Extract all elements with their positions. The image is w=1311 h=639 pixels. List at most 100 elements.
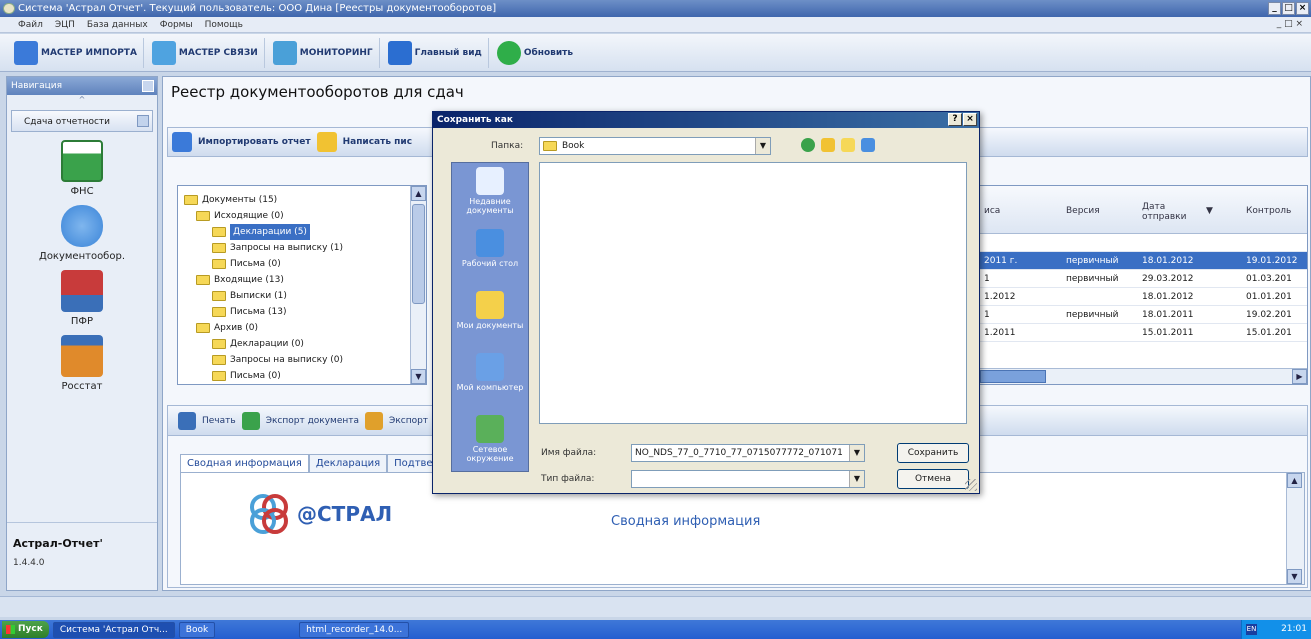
import-wizard-button[interactable]: МАСТЕР ИМПОРТА <box>8 37 144 68</box>
scroll-down-icon[interactable]: ▼ <box>1287 569 1302 584</box>
save-button[interactable]: Сохранить <box>897 443 969 463</box>
monitoring-button[interactable]: МОНИТОРИНГ <box>267 37 380 68</box>
table-row[interactable]: 1 первичный 29.03.2012 01.03.201 <box>980 270 1307 288</box>
tree-item[interactable]: Письма (0) <box>212 368 281 384</box>
summary-link[interactable]: Сводная информация <box>611 514 760 529</box>
dialog-close-button[interactable]: × <box>963 113 977 126</box>
filename-input[interactable]: NO_NDS_77_0_7710_77_0715077772_071071 ▼ <box>631 444 865 462</box>
app-name: Астрал-Отчет' <box>13 537 103 550</box>
scroll-right-icon[interactable]: ▶ <box>1292 369 1307 384</box>
scroll-up-icon[interactable]: ^ <box>7 95 157 104</box>
tree-item[interactable]: Исходящие (0) <box>196 208 284 224</box>
chevron-down-icon[interactable]: ▼ <box>755 138 770 154</box>
taskbar-item-app[interactable]: Система 'Астрал Отч... <box>52 621 175 638</box>
import-report-button[interactable]: Импортировать отчет <box>198 137 311 147</box>
scroll-thumb[interactable] <box>980 370 1046 383</box>
dialog-titlebar[interactable]: Сохранить как ? × <box>433 112 979 128</box>
table-cell: 18.01.2011 <box>1142 310 1194 320</box>
start-button[interactable]: Пуск <box>2 621 49 638</box>
language-indicator[interactable]: EN <box>1246 624 1257 635</box>
place-my-computer[interactable]: Мой компьютер <box>452 349 528 411</box>
chevron-icon[interactable] <box>137 115 149 127</box>
minimize-button[interactable]: _ <box>1268 2 1281 15</box>
file-list[interactable] <box>539 162 967 424</box>
main-view-button[interactable]: Главный вид <box>382 37 489 68</box>
tab-declaration[interactable]: Декларация <box>308 454 388 472</box>
table-row[interactable]: 1 первичный 18.01.2011 19.02.201 <box>980 306 1307 324</box>
sidebar-item-fns[interactable]: ФНС <box>7 140 157 197</box>
details-tabs: Сводная информация Декларация Подтве <box>180 454 440 472</box>
place-recent[interactable]: Недавние документы <box>452 163 528 225</box>
new-folder-icon[interactable] <box>841 138 855 152</box>
menu-database[interactable]: База данных <box>87 20 148 30</box>
close-button[interactable]: × <box>1296 2 1309 15</box>
scroll-up-icon[interactable]: ▲ <box>1287 473 1302 488</box>
taskbar-item-recorder[interactable]: html_recorder_14.0... <box>299 621 410 638</box>
tab-summary[interactable]: Сводная информация <box>180 454 309 472</box>
table-row[interactable]: 1.2012 18.01.2012 01.01.201 <box>980 288 1307 306</box>
refresh-button[interactable]: Обновить <box>491 38 579 68</box>
tree-scrollbar[interactable]: ▲ ▼ <box>410 186 426 384</box>
menu-help[interactable]: Помощь <box>205 20 243 30</box>
tree-item[interactable]: Выписки (1) <box>212 288 287 304</box>
menu-forms[interactable]: Формы <box>160 20 193 30</box>
maximize-button[interactable]: □ <box>1282 2 1295 15</box>
tree-item[interactable]: Входящие (13) <box>196 272 284 288</box>
tree-item[interactable]: Запросы на выписку (0) <box>212 352 343 368</box>
write-letter-icon <box>316 132 337 152</box>
menu-file[interactable]: Файл <box>18 20 43 30</box>
tree-item[interactable]: Архив (0) <box>196 320 258 336</box>
help-button[interactable]: ? <box>948 113 962 126</box>
summary-scrollbar[interactable]: ▲ ▼ <box>1286 473 1304 584</box>
table-hscrollbar[interactable]: ▶ <box>980 368 1307 384</box>
scroll-thumb[interactable] <box>412 204 425 304</box>
sidebar-item-docflow[interactable]: Документообор. <box>7 205 157 262</box>
place-my-documents[interactable]: Мои документы <box>452 287 528 349</box>
place-desktop[interactable]: Рабочий стол <box>452 225 528 287</box>
back-icon[interactable] <box>801 138 815 152</box>
connection-wizard-button[interactable]: МАСТЕР СВЯЗИ <box>146 37 265 68</box>
table-row[interactable] <box>980 234 1307 252</box>
column-header[interactable]: Дата отправки <box>1142 202 1194 222</box>
filetype-select[interactable]: ▼ <box>631 470 865 488</box>
print-button[interactable]: Печать <box>202 416 236 426</box>
table-cell: 1 <box>984 310 990 320</box>
tree-item[interactable]: Письма (13) <box>212 304 287 320</box>
tree-item[interactable]: Декларации (0) <box>212 336 304 352</box>
sidebar-collapse-button[interactable] <box>142 80 154 92</box>
export-button[interactable]: Экспорт <box>389 416 428 426</box>
tree-item[interactable]: Запросы на выписку (1) <box>212 240 343 256</box>
column-header[interactable]: Версия <box>1066 206 1100 216</box>
chevron-down-icon[interactable]: ▼ <box>849 471 864 487</box>
chevron-down-icon[interactable]: ▼ <box>849 445 864 461</box>
cancel-button[interactable]: Отмена <box>897 469 969 489</box>
tree-item[interactable]: Документы (15) <box>184 192 277 208</box>
scroll-down-icon[interactable]: ▼ <box>411 369 426 384</box>
taskbar-item-book[interactable]: Book <box>178 621 216 638</box>
export-document-button[interactable]: Экспорт документа <box>266 416 359 426</box>
column-header[interactable]: иса <box>984 206 1000 216</box>
write-letter-button[interactable]: Написать пис <box>343 137 412 147</box>
sidebar-item-pfr[interactable]: ПФР <box>7 270 157 327</box>
place-network[interactable]: Сетевое окружение <box>452 411 528 473</box>
table-row-selected[interactable]: 2011 г. первичный 18.01.2012 19.01.2012 <box>980 252 1307 270</box>
scroll-up-icon[interactable]: ▲ <box>411 186 426 201</box>
folder-icon <box>184 195 198 205</box>
folder-icon <box>212 339 226 349</box>
menu-signature[interactable]: ЭЦП <box>55 20 75 30</box>
sidebar-item-rosstat[interactable]: Росстат <box>7 335 157 392</box>
folder-select[interactable]: Book ▼ <box>539 137 771 155</box>
table-cell: 1 <box>984 274 990 284</box>
dialog-controls: ? × <box>948 113 977 126</box>
window-titlebar[interactable]: Система 'Астрал Отчет'. Текущий пользова… <box>0 0 1311 17</box>
column-header[interactable]: Контроль <box>1246 206 1291 216</box>
folder-value: Book <box>562 141 585 151</box>
tree-item-selected[interactable]: Декларации (5) <box>212 224 310 240</box>
table-row[interactable]: 1.2011 15.01.2011 15.01.201 <box>980 324 1307 342</box>
tree-item[interactable]: Письма (0) <box>212 256 281 272</box>
sidebar-section-reporting[interactable]: Сдача отчетности <box>11 110 153 132</box>
resize-grip[interactable] <box>965 479 977 491</box>
mdi-controls[interactable]: _ □ × <box>1277 19 1303 29</box>
up-folder-icon[interactable] <box>821 138 835 152</box>
view-menu-icon[interactable] <box>861 138 875 152</box>
